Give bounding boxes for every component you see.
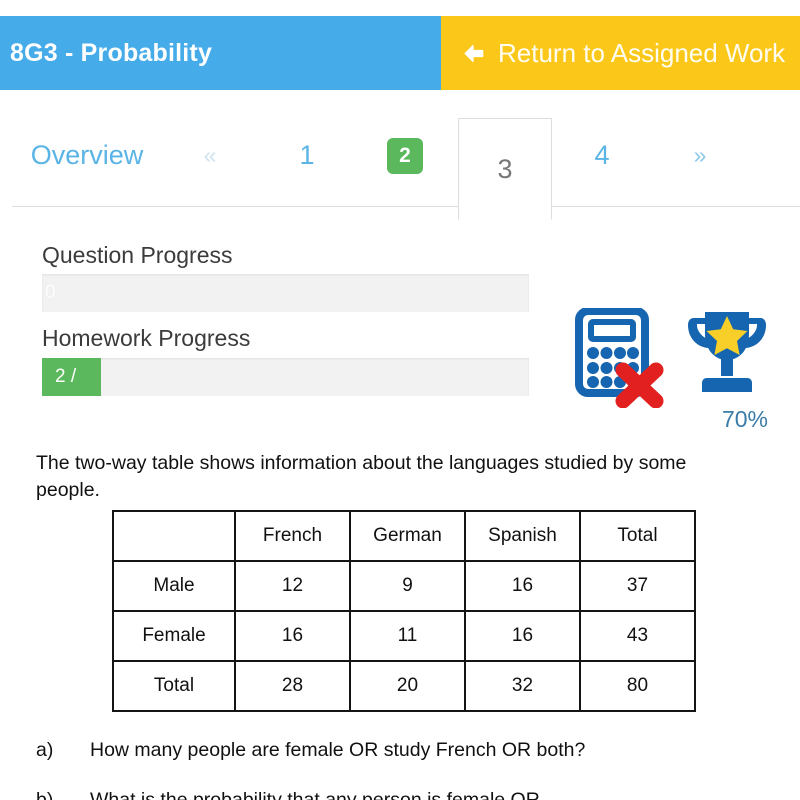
table-cell-male-french: 12 — [234, 560, 351, 612]
question-intro-text: The two-way table shows information abou… — [36, 452, 687, 501]
tab-previous-page[interactable]: « — [190, 105, 230, 206]
homework-progress-label: Homework Progress — [42, 325, 251, 352]
table-header-total: Total — [579, 510, 696, 562]
table-cell-male-total: 37 — [579, 560, 696, 612]
table-row: Female 16 11 16 43 — [112, 610, 696, 662]
table-cell-male-spanish: 16 — [464, 560, 581, 612]
question-part-b: b) What is the probability that any pers… — [36, 787, 776, 800]
question-progress-label: Question Progress — [42, 242, 233, 268]
tab-question-4[interactable]: 4 — [580, 105, 624, 206]
question-pagination-tabs: Overview « 1 2 3 4 » — [0, 105, 800, 220]
table-corner-cell — [112, 510, 236, 562]
progress-section: Question Progress 0 Homework Progress 2 … — [42, 242, 529, 410]
return-to-assigned-work-button[interactable]: Return to Assigned Work — [441, 16, 800, 90]
question-part-b-marker: b) — [36, 787, 90, 800]
tab-overview[interactable]: Overview — [22, 105, 152, 206]
question-part-b-text: What is the probability that any person … — [90, 787, 776, 800]
question-part-a-marker: a) — [36, 739, 54, 761]
table-header-german: German — [349, 510, 466, 562]
app-screen: 8G3 - Probability Return to Assigned Wor… — [0, 0, 800, 800]
table-cell-total-total: 80 — [579, 660, 696, 712]
question-parts: a) How many people are female OR study F… — [36, 737, 776, 800]
page-title: 8G3 - Probability — [10, 38, 213, 67]
table-cell-female-total: 43 — [579, 610, 696, 662]
question-progress-fill: 0 — [42, 274, 56, 312]
tab-question-1[interactable]: 1 — [285, 105, 329, 206]
status-icon-cluster: 70% — [575, 307, 790, 438]
tab-overview-label: Overview — [30, 140, 144, 170]
table-row-label-total: Total — [112, 660, 236, 712]
top-header-bar: 8G3 - Probability Return to Assigned Wor… — [0, 16, 800, 90]
question-progress-value: 0 — [45, 282, 56, 304]
table-cell-total-german: 20 — [349, 660, 466, 712]
two-way-table: French German Spanish Total Male 12 9 16… — [112, 510, 696, 712]
homework-progress-value: 2 / — [55, 365, 77, 387]
tab-question-1-label: 1 — [299, 140, 315, 170]
tab-question-3-active[interactable]: 3 — [458, 118, 552, 220]
table-cell-female-spanish: 16 — [464, 610, 581, 662]
table-cell-male-german: 9 — [349, 560, 466, 612]
calculator-not-allowed-icon — [575, 307, 665, 413]
tab-next-page[interactable]: » — [680, 105, 720, 206]
course-title-bar: 8G3 - Probability — [0, 16, 441, 90]
tab-question-2-badge: 2 — [387, 137, 423, 174]
homework-progress-fill: 2 / — [42, 357, 101, 396]
chevron-left-double-icon: « — [203, 142, 217, 168]
score-percent: 70% — [721, 406, 769, 432]
homework-progress-bar: 2 / — [42, 357, 529, 396]
table-cell-total-french: 28 — [234, 660, 351, 712]
chevron-right-double-icon: » — [693, 142, 707, 168]
tab-question-2[interactable]: 2 — [372, 105, 438, 206]
table-header-french: French — [234, 510, 351, 562]
question-progress-bar: 0 — [42, 274, 529, 313]
table-header-row: French German Spanish Total — [112, 510, 696, 562]
tab-baseline-divider — [12, 206, 800, 207]
question-part-a: a) How many people are female OR study F… — [36, 737, 776, 763]
arrow-left-icon — [460, 40, 487, 67]
table-cell-female-german: 11 — [349, 610, 466, 662]
trophy-icon — [685, 308, 769, 409]
question-part-a-text: How many people are female OR study Fren… — [90, 739, 586, 761]
table-cell-total-spanish: 32 — [464, 660, 581, 712]
table-row: Male 12 9 16 37 — [112, 560, 696, 612]
tab-question-3-label: 3 — [497, 153, 513, 184]
table-header-spanish: Spanish — [464, 510, 581, 562]
table-cell-female-french: 16 — [234, 610, 351, 662]
question-content: The two-way table shows information abou… — [36, 450, 736, 504]
tab-question-4-label: 4 — [594, 140, 610, 170]
return-label: Return to Assigned Work — [498, 37, 786, 68]
table-row-label-female: Female — [112, 610, 236, 662]
table-row-label-male: Male — [112, 560, 236, 612]
table-row: Total 28 20 32 80 — [112, 660, 696, 712]
